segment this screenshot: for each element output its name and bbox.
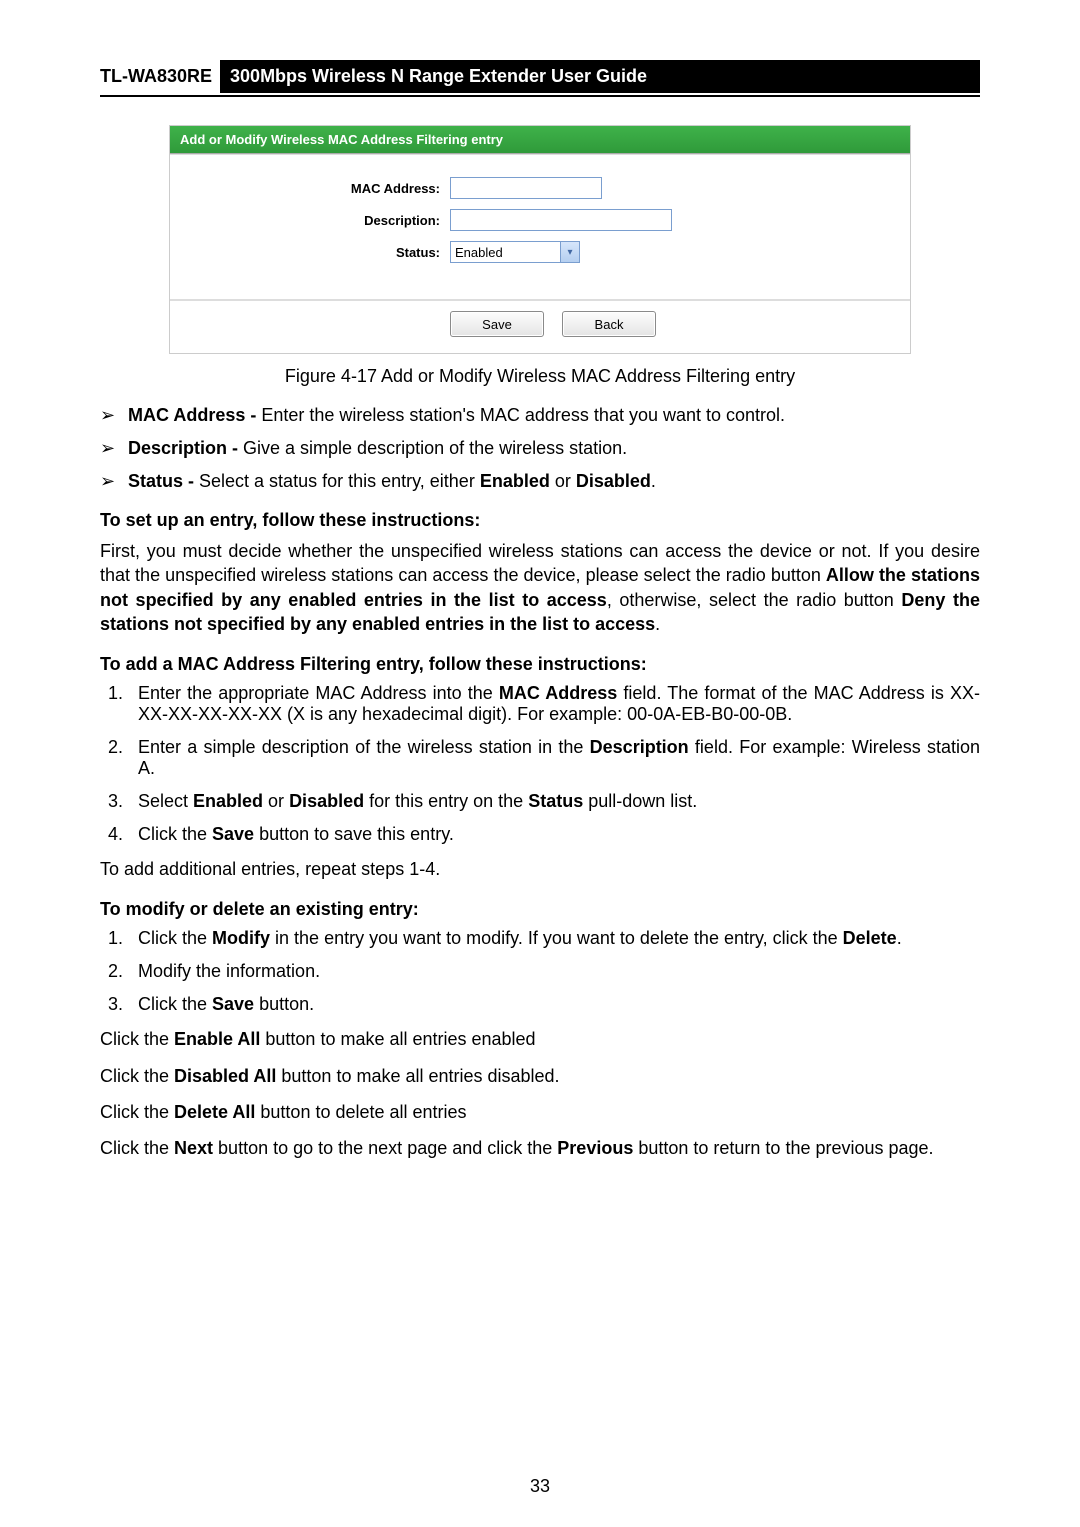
- bold-text: Enabled: [193, 791, 263, 811]
- label-status: Status:: [180, 245, 450, 260]
- label-mac: MAC Address:: [180, 181, 450, 196]
- term-text: Give a simple description of the wireles…: [238, 438, 627, 458]
- bold-text: Enable All: [174, 1029, 260, 1049]
- term-text: Enter the wireless station's MAC address…: [256, 405, 785, 425]
- list-item: Enter the appropriate MAC Address into t…: [128, 683, 980, 725]
- list-item: Enter a simple description of the wirele…: [128, 737, 980, 779]
- list-item: Click the Modify in the entry you want t…: [128, 928, 980, 949]
- bold-text: Previous: [557, 1138, 633, 1158]
- chevron-down-icon: ▾: [560, 242, 579, 262]
- bold-text: Disabled All: [174, 1066, 276, 1086]
- status-select[interactable]: Enabled ▾: [450, 241, 580, 263]
- row-mac: MAC Address:: [180, 177, 900, 199]
- arrow-icon: ➢: [100, 471, 128, 492]
- button-row: Save Back: [450, 311, 656, 337]
- doc-title: 300Mbps Wireless N Range Extender User G…: [220, 60, 980, 93]
- status-select-value: Enabled: [455, 245, 503, 260]
- term-text: .: [651, 471, 656, 491]
- figure-caption: Figure 4-17 Add or Modify Wireless MAC A…: [100, 366, 980, 387]
- model-number: TL-WA830RE: [100, 60, 220, 93]
- bold-text: Enabled: [480, 471, 550, 491]
- section-heading: To add a MAC Address Filtering entry, fo…: [100, 654, 980, 675]
- save-button[interactable]: Save: [450, 311, 544, 337]
- term: MAC Address -: [128, 405, 256, 425]
- panel-body: MAC Address: Description: Status: Enable…: [170, 154, 910, 300]
- panel-footer: Save Back: [170, 300, 910, 353]
- bold-text: Disabled: [576, 471, 651, 491]
- list-item: ➢ Status - Select a status for this entr…: [100, 471, 980, 492]
- paragraph: Click the Delete All button to delete al…: [100, 1100, 980, 1124]
- bold-text: Disabled: [289, 791, 364, 811]
- back-button[interactable]: Back: [562, 311, 656, 337]
- notes-list: ➢ MAC Address - Enter the wireless stati…: [100, 405, 980, 492]
- page-container: TL-WA830RE 300Mbps Wireless N Range Exte…: [0, 0, 1080, 1527]
- paragraph: To add additional entries, repeat steps …: [100, 857, 980, 881]
- arrow-icon: ➢: [100, 438, 128, 459]
- bold-text: Save: [212, 994, 254, 1014]
- label-description: Description:: [180, 213, 450, 228]
- section-heading: To modify or delete an existing entry:: [100, 899, 980, 920]
- doc-header: TL-WA830RE 300Mbps Wireless N Range Exte…: [100, 60, 980, 97]
- paragraph: Click the Enable All button to make all …: [100, 1027, 980, 1051]
- bold-text: Next: [174, 1138, 213, 1158]
- description-input[interactable]: [450, 209, 672, 231]
- list-item: Modify the information.: [128, 961, 980, 982]
- app-screenshot: Add or Modify Wireless MAC Address Filte…: [169, 125, 911, 354]
- ordered-list: Enter the appropriate MAC Address into t…: [100, 683, 980, 845]
- bold-text: Description: [590, 737, 689, 757]
- bold-text: MAC Address: [499, 683, 617, 703]
- bold-text: Modify: [212, 928, 270, 948]
- list-item: Click the Save button to save this entry…: [128, 824, 980, 845]
- list-item: ➢ MAC Address - Enter the wireless stati…: [100, 405, 980, 426]
- mac-address-input[interactable]: [450, 177, 602, 199]
- bold-text: Delete All: [174, 1102, 255, 1122]
- term-text: Select a status for this entry, either: [194, 471, 480, 491]
- ordered-list: Click the Modify in the entry you want t…: [100, 928, 980, 1015]
- paragraph: Click the Disabled All button to make al…: [100, 1064, 980, 1088]
- section-heading: To set up an entry, follow these instruc…: [100, 510, 980, 531]
- panel-title: Add or Modify Wireless MAC Address Filte…: [170, 126, 910, 154]
- term: Status -: [128, 471, 194, 491]
- term-text: or: [550, 471, 576, 491]
- list-item: Click the Save button.: [128, 994, 980, 1015]
- row-status: Status: Enabled ▾: [180, 241, 900, 263]
- page-number: 33: [0, 1476, 1080, 1497]
- row-description: Description:: [180, 209, 900, 231]
- list-item: ➢ Description - Give a simple descriptio…: [100, 438, 980, 459]
- list-item: Select Enabled or Disabled for this entr…: [128, 791, 980, 812]
- term: Description -: [128, 438, 238, 458]
- bold-text: Status: [528, 791, 583, 811]
- paragraph: Click the Next button to go to the next …: [100, 1136, 980, 1160]
- bold-text: Save: [212, 824, 254, 844]
- bold-text: Delete: [843, 928, 897, 948]
- paragraph: First, you must decide whether the unspe…: [100, 539, 980, 636]
- arrow-icon: ➢: [100, 405, 128, 426]
